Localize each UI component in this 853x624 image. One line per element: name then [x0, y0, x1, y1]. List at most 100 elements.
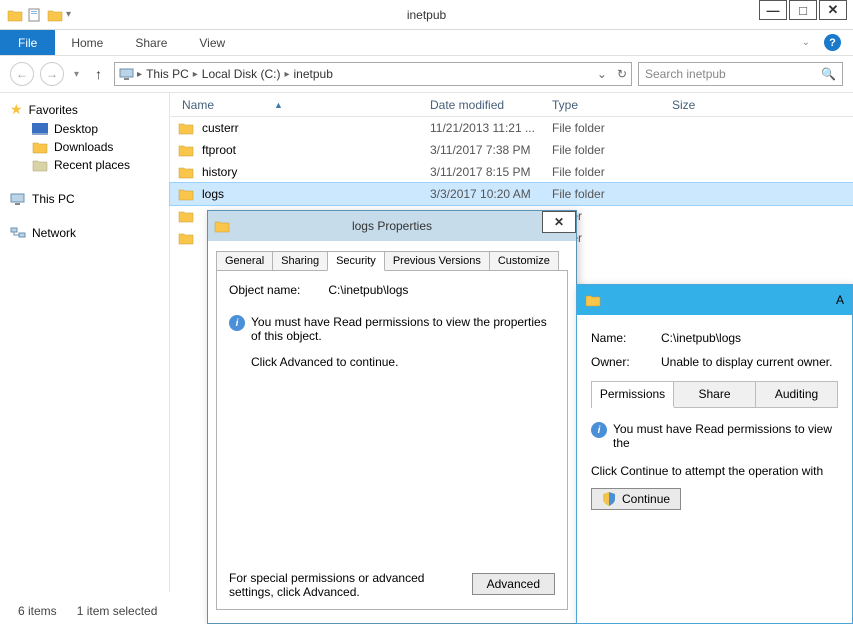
- sidebar-downloads[interactable]: Downloads: [4, 138, 165, 156]
- adv-tab-permissions[interactable]: Permissions: [592, 382, 674, 408]
- view-tab[interactable]: View: [183, 30, 241, 55]
- addressbar: ← → ▾ ↑ ▸ This PC ▸ Local Disk (C:) ▸ in…: [0, 56, 853, 92]
- adv-tab-share[interactable]: Share: [674, 382, 756, 407]
- table-row[interactable]: custerr 11/21/2013 11:21 ... File folder: [170, 117, 853, 139]
- share-tab[interactable]: Share: [119, 30, 183, 55]
- continue-button[interactable]: Continue: [591, 488, 681, 510]
- folder-icon: [585, 293, 601, 307]
- tab-customize[interactable]: Customize: [489, 251, 559, 271]
- security-panel: Object name: C:\inetpub\logs i You must …: [216, 270, 568, 610]
- column-headers: Name▲ Date modified Type Size: [170, 93, 853, 117]
- sidebar-thispc[interactable]: This PC: [4, 190, 165, 208]
- desktop-icon: [32, 123, 48, 135]
- up-button[interactable]: ↑: [89, 66, 108, 82]
- advanced-button[interactable]: Advanced: [472, 573, 555, 595]
- adv-owner-value: Unable to display current owner.: [661, 355, 832, 369]
- path-box[interactable]: ▸ This PC ▸ Local Disk (C:) ▸ inetpub ⌄ …: [114, 62, 632, 86]
- refresh-icon[interactable]: ↻: [617, 67, 627, 81]
- table-row[interactable]: ftproot 3/11/2017 7:38 PM File folder: [170, 139, 853, 161]
- qa-dropdown-icon[interactable]: ▾: [66, 9, 71, 20]
- folder-icon: [178, 143, 194, 157]
- permission-message: You must have Read permissions to view t…: [251, 315, 555, 343]
- crumb-folder[interactable]: inetpub: [292, 67, 335, 81]
- tab-previous[interactable]: Previous Versions: [384, 251, 490, 271]
- tab-general[interactable]: General: [216, 251, 273, 271]
- info-icon: i: [591, 422, 607, 438]
- sidebar-desktop[interactable]: Desktop: [4, 120, 165, 138]
- advanced-security-dialog: A Name:C:\inetpub\logs Owner:Unable to d…: [576, 284, 853, 624]
- path-dropdown-icon[interactable]: ⌄: [597, 67, 607, 81]
- crumb-drive[interactable]: Local Disk (C:): [200, 67, 283, 81]
- properties-tabs: General Sharing Security Previous Versio…: [216, 251, 568, 271]
- properties-dialog: logs Properties ✕ General Sharing Securi…: [207, 210, 577, 624]
- col-type[interactable]: Type: [552, 98, 672, 112]
- folder-icon: [178, 209, 194, 223]
- advanced-note: For special permissions or advanced sett…: [229, 571, 449, 599]
- qa-props-icon[interactable]: [26, 6, 44, 24]
- table-row[interactable]: logs 3/3/2017 10:20 AM File folder: [170, 183, 853, 205]
- table-row[interactable]: history 3/11/2017 8:15 PM File folder: [170, 161, 853, 183]
- crumb-thispc[interactable]: This PC: [144, 67, 191, 81]
- sort-asc-icon: ▲: [274, 100, 283, 110]
- col-name[interactable]: Name▲: [170, 98, 430, 112]
- adv-permission-message: You must have Read permissions to view t…: [613, 422, 838, 450]
- col-date[interactable]: Date modified: [430, 98, 552, 112]
- pc-icon: [119, 67, 135, 81]
- advanced-titlebar[interactable]: A: [577, 285, 852, 315]
- shield-icon: [602, 492, 616, 506]
- adv-name-value: C:\inetpub\logs: [661, 331, 741, 345]
- adv-tab-auditing[interactable]: Auditing: [756, 382, 837, 407]
- statusbar: 6 items 1 item selected: [18, 604, 157, 618]
- status-count: 6 items: [18, 604, 57, 618]
- star-icon: ★: [10, 101, 23, 118]
- folder-icon: [178, 187, 194, 201]
- search-placeholder: Search inetpub: [645, 67, 726, 81]
- search-icon: 🔍: [821, 67, 836, 81]
- advanced-tabs: Permissions Share Auditing: [591, 381, 838, 408]
- sidebar-recent[interactable]: Recent places: [4, 156, 165, 174]
- search-input[interactable]: Search inetpub 🔍: [638, 62, 843, 86]
- file-tab[interactable]: File: [0, 30, 55, 55]
- forward-button[interactable]: →: [40, 62, 64, 86]
- history-dropdown-icon[interactable]: ▾: [70, 69, 83, 80]
- object-name-value: C:\inetpub\logs: [328, 283, 408, 297]
- folder-icon: [178, 231, 194, 245]
- ribbon: File Home Share View ⌄ ?: [0, 30, 853, 56]
- downloads-icon: [32, 140, 48, 154]
- pc-icon: [10, 192, 26, 206]
- app-icon: [6, 6, 24, 24]
- object-name-label: Object name:: [229, 283, 300, 297]
- minimize-button[interactable]: —: [759, 0, 787, 20]
- folder-icon: [178, 165, 194, 179]
- advanced-title-text: A: [836, 293, 844, 307]
- continue-hint: Click Advanced to continue.: [251, 355, 555, 369]
- recent-icon: [32, 158, 48, 172]
- sidebar-network[interactable]: Network: [4, 224, 165, 242]
- sidebar: ★Favorites Desktop Downloads Recent plac…: [0, 93, 170, 592]
- back-button[interactable]: ←: [10, 62, 34, 86]
- tab-sharing[interactable]: Sharing: [272, 251, 328, 271]
- adv-name-label: Name:: [591, 331, 661, 345]
- properties-titlebar[interactable]: logs Properties ✕: [208, 211, 576, 241]
- maximize-button[interactable]: □: [789, 0, 817, 20]
- titlebar: ▾ inetpub — □ ✕: [0, 0, 853, 30]
- folder-icon: [178, 121, 194, 135]
- status-selected: 1 item selected: [77, 604, 158, 618]
- network-icon: [10, 226, 26, 240]
- adv-continue-hint: Click Continue to attempt the operation …: [591, 464, 838, 478]
- qa-folder-icon[interactable]: [46, 6, 64, 24]
- chevron-right-icon[interactable]: ▸: [193, 69, 198, 80]
- adv-owner-label: Owner:: [591, 355, 661, 369]
- home-tab[interactable]: Home: [55, 30, 119, 55]
- properties-close-button[interactable]: ✕: [542, 211, 576, 233]
- sidebar-favorites[interactable]: ★Favorites: [4, 99, 165, 120]
- chevron-right-icon[interactable]: ▸: [284, 69, 289, 80]
- col-size[interactable]: Size: [672, 98, 752, 112]
- help-icon[interactable]: ?: [824, 34, 841, 51]
- tab-security[interactable]: Security: [327, 251, 385, 271]
- window-title: inetpub: [407, 8, 446, 22]
- properties-title: logs Properties: [352, 219, 432, 233]
- close-button[interactable]: ✕: [819, 0, 847, 20]
- chevron-right-icon[interactable]: ▸: [137, 69, 142, 80]
- ribbon-expand-icon[interactable]: ⌄: [798, 37, 814, 48]
